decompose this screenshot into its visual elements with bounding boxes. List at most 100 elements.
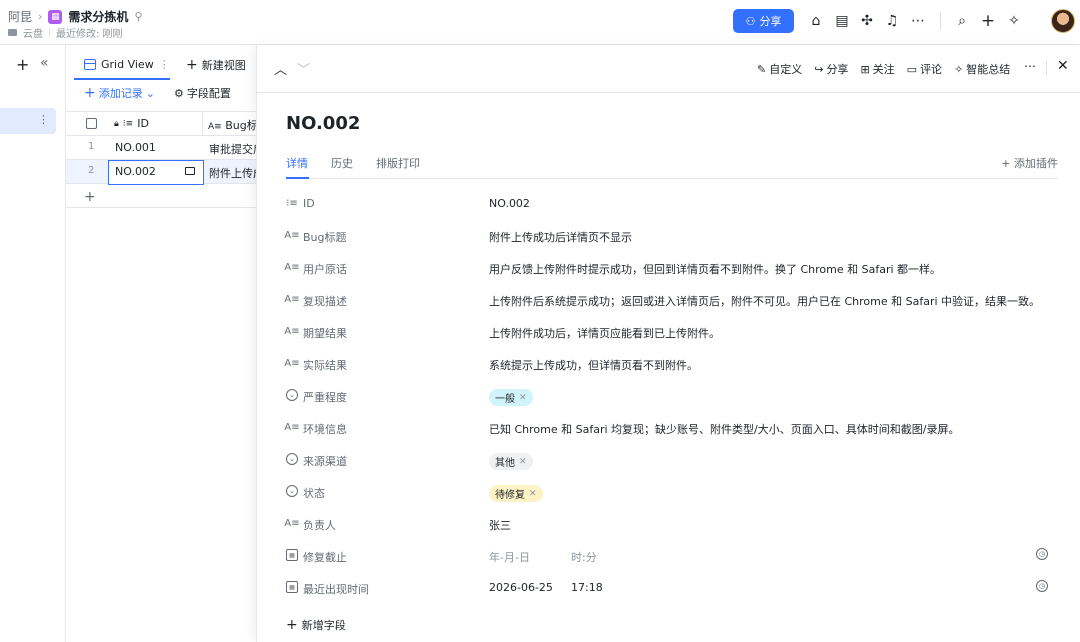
- chevron-down-icon[interactable]: ﹀: [297, 59, 310, 78]
- field-value[interactable]: 其他 ✕: [489, 453, 533, 470]
- form-icon[interactable]: ▤: [833, 12, 851, 30]
- field-deadline: ▦ 修复截止 年-月-日 时:分 ◷: [286, 545, 1058, 567]
- add-field-button[interactable]: + 新增字段: [286, 617, 346, 633]
- app-title[interactable]: 需求分拣机: [68, 8, 128, 25]
- calendar-icon: ▦: [286, 549, 298, 561]
- new-view-button[interactable]: + 新建视图: [186, 50, 246, 80]
- expand-record-icon[interactable]: [185, 167, 195, 175]
- comment-label: 评论: [920, 63, 943, 76]
- robot-icon[interactable]: ⌂: [807, 12, 825, 30]
- divider: [940, 12, 941, 30]
- add-plugin-button[interactable]: + 添加插件: [1001, 155, 1058, 171]
- table-row[interactable]: 1 NO.001 审批提交后: [66, 136, 256, 160]
- numbered-list-icon: ⁝≡: [122, 118, 134, 129]
- tab-print[interactable]: 排版打印: [376, 155, 420, 171]
- plus-icon: +: [286, 617, 298, 633]
- field-config-button[interactable]: ⚙ 字段配置: [174, 85, 231, 101]
- tab-detail[interactable]: 详情: [286, 155, 308, 171]
- new-view-label: 新建视图: [201, 59, 246, 72]
- severity-tag[interactable]: 一般 ✕: [489, 389, 533, 406]
- share-button[interactable]: ⚇ 分享: [733, 9, 794, 33]
- breadcrumb-root[interactable]: 阿昆: [8, 8, 32, 25]
- search-icon[interactable]: ⌕: [953, 12, 971, 30]
- grid-view: Grid View ⋮ + 新建视图 + 添加记录 ⌄ ⚙ 字段配置 🔒︎ ⁝≡…: [66, 45, 256, 642]
- grid-toolbar: + 添加记录 ⌄ ⚙ 字段配置: [66, 81, 256, 105]
- date-input[interactable]: 2026-06-25: [489, 581, 553, 594]
- field-label: 负责人: [303, 519, 336, 532]
- chevron-up-icon[interactable]: ︿: [274, 59, 287, 78]
- numbered-list-icon: ⁝≡: [286, 197, 298, 209]
- remove-tag-icon[interactable]: ✕: [519, 457, 527, 467]
- date-input[interactable]: 年-月-日: [489, 549, 530, 565]
- smart-summary-button[interactable]: ✧ 智能总结: [954, 61, 1010, 77]
- more-icon[interactable]: ⋯: [1024, 59, 1036, 73]
- add-row-button[interactable]: +: [84, 189, 96, 205]
- remove-tag-icon[interactable]: ✕: [529, 489, 537, 499]
- folder-icon: [8, 29, 17, 36]
- field-last-seen: ▦ 最近出现时间 2026-06-25 17:18 ◷: [286, 577, 1058, 599]
- divider: [66, 207, 256, 208]
- plus-icon[interactable]: +: [979, 11, 997, 31]
- more-vertical-icon[interactable]: ⋮: [159, 58, 170, 71]
- remove-tag-icon[interactable]: ✕: [519, 393, 527, 403]
- row-bug-title[interactable]: 附件上传成功后: [209, 165, 256, 181]
- plus-icon: +: [1001, 157, 1014, 170]
- row-bug-title[interactable]: 审批提交后: [209, 141, 256, 157]
- field-owner: A≡ 负责人 张三: [284, 513, 1058, 535]
- field-value[interactable]: 上传附件成功后，详情页应能看到已上传附件。: [489, 325, 720, 341]
- text-field-icon: A≡: [284, 293, 300, 305]
- time-input[interactable]: 17:18: [571, 581, 603, 594]
- alarm-clock-icon[interactable]: ◷: [1036, 548, 1048, 560]
- grid-icon: [84, 58, 96, 70]
- field-value[interactable]: 待修复 ✕: [489, 485, 543, 502]
- source-tag[interactable]: 其他 ✕: [489, 453, 533, 470]
- field-value[interactable]: 上传附件后系统提示成功；返回或进入详情页后，附件不可见。用户已在 Chrome …: [489, 293, 1040, 309]
- field-value[interactable]: 附件上传成功后详情页不显示: [489, 229, 632, 245]
- pin-icon[interactable]: ⚲: [134, 10, 142, 23]
- field-actual: A≡ 实际结果 系统提示上传成功，但详情页看不到附件。: [284, 353, 1058, 375]
- column-header-bug[interactable]: A≡ Bug标题: [208, 117, 256, 133]
- plus-icon[interactable]: +: [16, 55, 29, 74]
- avatar[interactable]: [1051, 9, 1075, 33]
- field-config-label: 字段配置: [186, 87, 231, 100]
- collapse-icon[interactable]: «: [40, 55, 49, 71]
- calendar-icon: ▦: [286, 581, 298, 593]
- smart-summary-label: 智能总结: [966, 63, 1011, 76]
- column-header-id[interactable]: 🔒︎ ⁝≡ ID: [114, 117, 149, 130]
- alarm-clock-icon[interactable]: ◷: [1036, 580, 1048, 592]
- field-label: 状态: [303, 487, 325, 500]
- selected-cell[interactable]: NO.002: [108, 160, 204, 185]
- row-number: 2: [88, 165, 95, 176]
- row-id[interactable]: NO.001: [115, 141, 156, 154]
- close-icon[interactable]: ✕: [1057, 58, 1069, 74]
- field-label: 复现描述: [303, 295, 347, 308]
- field-value[interactable]: 一般 ✕: [489, 389, 533, 406]
- field-value[interactable]: 张三: [489, 517, 511, 533]
- bell-icon[interactable]: ♫: [883, 12, 901, 30]
- select-all-checkbox[interactable]: [86, 118, 97, 129]
- add-record-button[interactable]: + 添加记录 ⌄: [84, 85, 155, 101]
- sparkle-icon[interactable]: ✧: [1005, 12, 1023, 30]
- field-label: 环境信息: [303, 423, 347, 436]
- comment-button[interactable]: ▭ 评论: [907, 61, 942, 77]
- left-sidebar: + « ⋮: [0, 45, 66, 642]
- text-field-icon: A≡: [284, 357, 300, 369]
- column-id-label: ID: [137, 117, 149, 130]
- share-record-button[interactable]: ↪ 分享: [814, 61, 848, 77]
- status-tag[interactable]: 待修复 ✕: [489, 485, 543, 502]
- text-field-icon: A≡: [284, 261, 300, 273]
- customize-button[interactable]: ✎ 自定义: [757, 61, 802, 77]
- location-label[interactable]: 云盘: [23, 25, 43, 40]
- tab-history[interactable]: 历史: [331, 155, 353, 171]
- field-value[interactable]: 用户反馈上传附件时提示成功，但回到详情页看不到附件。换了 Chrome 和 Sa…: [489, 261, 941, 277]
- field-value[interactable]: 系统提示上传成功，但详情页看不到附件。: [489, 357, 698, 373]
- doc-meta: 云盘 最近修改: 刚刚: [8, 25, 123, 40]
- follow-button[interactable]: ⊞ 关注: [860, 61, 894, 77]
- more-vertical-icon[interactable]: ⋮: [38, 113, 49, 126]
- more-icon[interactable]: ⋯: [909, 12, 927, 30]
- field-user-words: A≡ 用户原话 用户反馈上传附件时提示成功，但回到详情页看不到附件。换了 Chr…: [284, 257, 1058, 279]
- plugin-icon[interactable]: ✣: [858, 12, 876, 30]
- field-value[interactable]: 已知 Chrome 和 Safari 均复现；缺少账号、附件类型/大小、页面入口…: [489, 421, 959, 437]
- tab-grid-view[interactable]: Grid View ⋮: [74, 50, 170, 80]
- time-input[interactable]: 时:分: [571, 549, 597, 565]
